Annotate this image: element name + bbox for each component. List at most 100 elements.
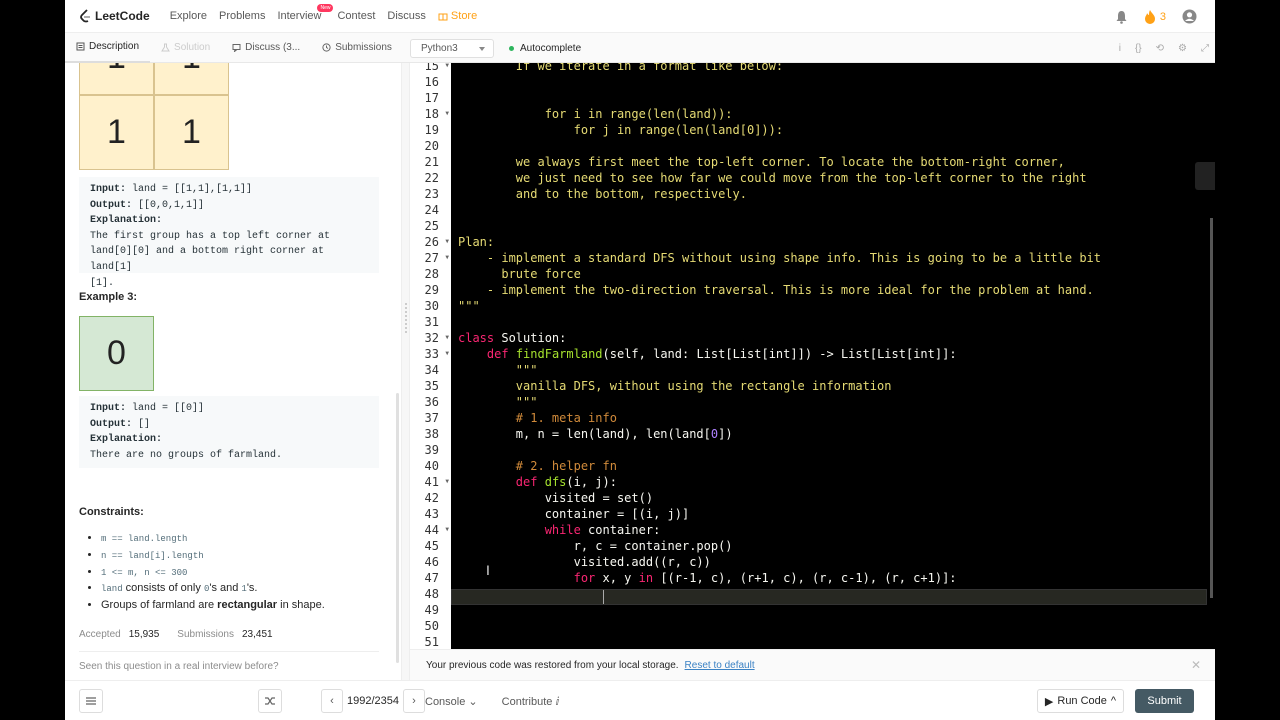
constraint-text: 's and (209, 582, 242, 595)
line-number: 28 (424, 267, 439, 281)
console-button[interactable]: Console ⌄ (425, 695, 478, 708)
prev-problem-button[interactable]: ‹ (321, 689, 343, 713)
chevron-right-icon: › (412, 695, 416, 707)
constraint-text: consists of only (122, 582, 204, 595)
fold-arrow-icon[interactable]: ▼ (445, 478, 449, 485)
document-icon (76, 42, 85, 51)
drag-handle-icon[interactable] (405, 303, 407, 333)
tab-submissions-label: Submissions (335, 42, 392, 53)
top-nav: LeetCode Explore Problems Interview New … (65, 0, 1215, 33)
input-label: Input: (90, 184, 127, 195)
grid-cell: 1 (154, 95, 229, 170)
code-function: dfs (544, 475, 567, 489)
line-number: 27 (424, 251, 439, 265)
tab-description[interactable]: Description (65, 33, 151, 63)
example-input: land = [[1,1],[1,1]] (126, 184, 253, 195)
grid-cell: 1 (79, 63, 154, 95)
info-icon: ⅈ (555, 696, 560, 708)
chevron-left-icon: ‹ (330, 695, 334, 707)
logo[interactable]: LeetCode (79, 9, 150, 23)
store-label: Store (450, 10, 478, 22)
problem-list-button[interactable] (79, 689, 103, 713)
code-line: """ (458, 363, 538, 377)
explanation-text: The first group has a top left corner at (90, 230, 331, 242)
fold-arrow-icon[interactable]: ▼ (445, 334, 449, 341)
line-number: 17 (424, 91, 439, 105)
tab-discuss[interactable]: Discuss (3... (221, 33, 311, 63)
editor-scrollbar[interactable] (1210, 218, 1213, 598)
code-editor[interactable]: 15 16 17 18 19 20 21 22 23 24 25 26 27 2… (410, 63, 1215, 649)
constraint-item: n == land[i].length (101, 548, 325, 565)
settings-icon[interactable]: ⚙ (1178, 43, 1187, 54)
chevron-down-icon (479, 46, 485, 51)
constraint-item: Groups of farmland are rectangular in sh… (101, 598, 325, 614)
scrollbar[interactable] (396, 393, 399, 663)
accepted-label: Accepted (79, 629, 121, 640)
info-icon[interactable]: i (1119, 43, 1121, 54)
fullscreen-icon[interactable]: ⤢ (1201, 43, 1209, 54)
user-avatar-icon[interactable] (1182, 9, 1197, 24)
flask-icon (161, 43, 170, 52)
code-line: - implement the two-direction traversal.… (458, 283, 1094, 297)
next-problem-button[interactable]: › (403, 689, 425, 713)
line-number: 46 (424, 555, 439, 569)
reset-icon[interactable]: ⟲ (1156, 43, 1164, 54)
code-text: x, y (595, 571, 639, 585)
line-number: 44 (424, 523, 439, 537)
constraint-text: 's. (246, 582, 258, 595)
divider (79, 651, 379, 652)
fold-arrow-icon[interactable]: ▼ (445, 110, 449, 117)
line-number: 33 (424, 347, 439, 361)
tab-description-label: Description (89, 41, 140, 52)
explanation-text: [1]. (90, 277, 115, 289)
language-select-value: Python3 (421, 43, 458, 54)
nav-interview[interactable]: Interview New (277, 4, 334, 22)
fold-arrow-icon[interactable]: ▼ (445, 350, 449, 357)
constraint-item: m == land.length (101, 531, 325, 548)
constraints-list: m == land.length n == land[i].length 1 <… (95, 531, 325, 614)
bell-icon[interactable] (1115, 10, 1128, 24)
accepted-value: 15,935 (128, 629, 160, 640)
streak-counter[interactable]: 3 (1144, 9, 1166, 24)
nav-problems[interactable]: Problems (219, 10, 265, 22)
tab-solution[interactable]: Solution (150, 33, 221, 63)
random-problem-button[interactable] (258, 689, 282, 713)
constraint-code: land (101, 584, 123, 595)
fold-arrow-icon[interactable]: ▼ (445, 526, 449, 533)
code-line: for x, y in [(r-1, c), (r+1, c), (r, c-1… (458, 570, 957, 586)
fold-arrow-icon[interactable]: ▼ (445, 238, 449, 245)
language-select[interactable]: Python3 (410, 39, 494, 58)
line-number: 49 (424, 603, 439, 617)
panel-splitter[interactable] (401, 63, 410, 680)
nav-discuss[interactable]: Discuss (387, 10, 426, 22)
run-code-button[interactable]: ▶ Run Code ^ (1037, 689, 1124, 713)
reset-to-default-link[interactable]: Reset to default (685, 660, 755, 671)
code-line: r, c = container.pop() (458, 539, 733, 553)
nav-store[interactable]: Store (438, 10, 477, 22)
fold-arrow-icon[interactable]: ▼ (445, 63, 449, 69)
accepted-stat: Accepted 15,935 (79, 629, 159, 640)
line-number: 38 (424, 427, 439, 441)
nav-explore[interactable]: Explore (170, 10, 207, 22)
nav-contest[interactable]: Contest (337, 10, 375, 22)
braces-icon[interactable]: {} (1135, 43, 1142, 54)
side-toggle-button[interactable] (1195, 162, 1215, 190)
code-area[interactable]: If we iterate in a format like below: fo… (451, 63, 1215, 649)
fold-arrow-icon[interactable]: ▼ (445, 254, 449, 261)
line-number: 36 (424, 395, 439, 409)
close-icon[interactable]: ✕ (1191, 658, 1201, 672)
description-panel: 1 1 1 1 Input: land = [[1,1],[1,1]] Outp… (65, 63, 401, 680)
leetcode-logo-icon (80, 9, 90, 23)
submit-button[interactable]: Submit (1135, 689, 1194, 713)
interview-question-prompt[interactable]: Seen this question in a real interview b… (79, 661, 279, 672)
code-keyword: while (544, 523, 581, 537)
autocomplete-toggle[interactable]: Autocomplete (509, 33, 581, 63)
tab-submissions[interactable]: Submissions (311, 33, 403, 63)
grid-cell: 1 (154, 63, 229, 95)
line-gutter: 15 16 17 18 19 20 21 22 23 24 25 26 27 2… (410, 63, 451, 649)
line-number: 15 (424, 63, 439, 73)
constraint-text: in shape. (277, 599, 325, 612)
contribute-button[interactable]: Contribute ⅈ (502, 695, 560, 708)
line-number: 24 (424, 203, 439, 217)
console-bar: Console ⌄ Contribute ⅈ (425, 695, 559, 708)
